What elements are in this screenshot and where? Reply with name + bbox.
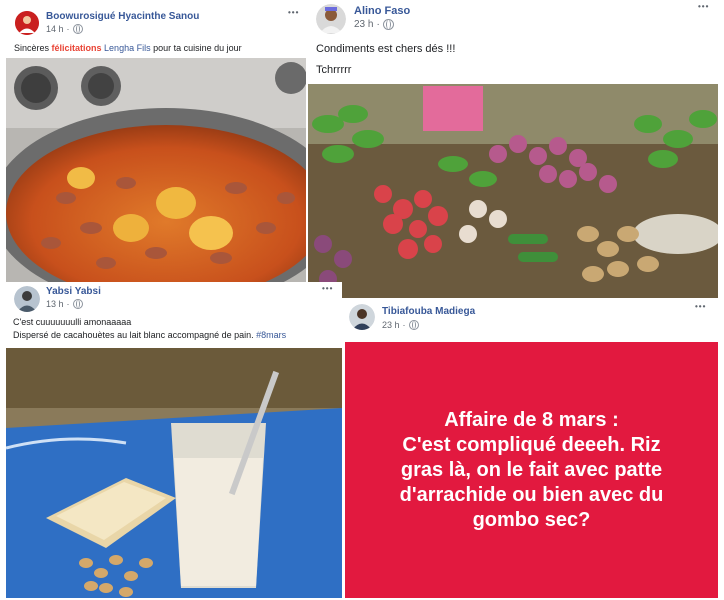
card-line: gombo sec?: [472, 509, 591, 531]
post-photo[interactable]: [6, 58, 306, 282]
post-time[interactable]: 23 h ·: [354, 19, 394, 30]
bean-stew-pot-photo-icon: [6, 58, 306, 282]
post-sanou: Boowurosigué Hyacinthe Sanou 14 h · ••• …: [6, 4, 306, 282]
author-name[interactable]: Alino Faso: [354, 5, 410, 17]
post-yabsi: Yabsi Yabsi 13 h · ••• C'est cuuuuuuulli…: [6, 282, 342, 598]
post-photo[interactable]: [6, 348, 342, 598]
post-time[interactable]: 23 h ·: [382, 320, 419, 330]
card-line: Affaire de 8 mars :: [444, 409, 619, 431]
author-name[interactable]: Tibiafouba Madiega: [382, 306, 475, 317]
globe-icon: [72, 24, 83, 34]
text-part: pour ta cuisine du jour: [150, 43, 242, 53]
card-line: d'arrachide ou bien avec du: [399, 484, 664, 506]
separator: ·: [402, 320, 406, 330]
more-options-button[interactable]: •••: [288, 8, 299, 17]
profile-picture-icon: [15, 11, 39, 35]
separator: ·: [66, 24, 70, 34]
tagged-name[interactable]: Lengha Fils: [102, 43, 151, 53]
time-label: 23 h: [382, 320, 400, 330]
profile-picture-icon: [14, 286, 40, 312]
hashtag-link[interactable]: #8mars: [256, 330, 286, 340]
post-alino-faso: Alino Faso 23 h · ••• Condiments est che…: [308, 0, 718, 298]
post-text-line2: Dispersé de cacahouètes au lait blanc ac…: [13, 330, 286, 340]
card-line: C'est compliqué deeeh. Riz: [402, 434, 661, 456]
post-text-line1: Condiments est chers dés !!!: [316, 43, 456, 55]
more-options-button[interactable]: •••: [695, 302, 706, 311]
avatar[interactable]: [14, 286, 40, 312]
card-text: Affaire de 8 mars : C'est compliqué deee…: [345, 408, 718, 533]
profile-picture-icon: [349, 304, 375, 330]
card-line: gras là, on le fait avec patte: [400, 459, 663, 481]
post-photo[interactable]: [308, 84, 718, 298]
post-text-line2: Tchrrrrr: [316, 64, 352, 76]
author-name[interactable]: Boowurosigué Hyacinthe Sanou: [46, 11, 199, 22]
post-time[interactable]: 13 h ·: [46, 299, 83, 309]
more-options-button[interactable]: •••: [322, 284, 333, 293]
post-text: Sincères félicitations Lengha Fils pour …: [14, 43, 242, 53]
separator: ·: [376, 19, 380, 30]
separator: ·: [66, 299, 70, 309]
time-label: 23 h: [354, 19, 374, 30]
market-vegetables-photo-icon: [308, 84, 718, 298]
text-part: Sincères: [14, 43, 52, 53]
globe-icon: [382, 19, 394, 30]
more-options-button[interactable]: •••: [698, 2, 709, 11]
highlight-word: félicitations: [51, 43, 102, 53]
text-part: Dispersé de cacahouètes au lait blanc ac…: [13, 330, 257, 340]
time-label: 13 h: [46, 299, 64, 309]
post-time[interactable]: 14 h ·: [46, 24, 83, 34]
profile-picture-icon: [316, 4, 346, 34]
avatar[interactable]: [15, 11, 39, 35]
post-text-line1: C'est cuuuuuuulli amonaaaaa: [13, 317, 132, 327]
post-tibiafouba: Tibiafouba Madiega 23 h · ••• Affaire de…: [345, 300, 718, 598]
avatar[interactable]: [349, 304, 375, 330]
author-name[interactable]: Yabsi Yabsi: [46, 286, 101, 297]
globe-icon: [72, 299, 83, 309]
avatar[interactable]: [316, 4, 346, 34]
text-background-card[interactable]: Affaire de 8 mars : C'est compliqué deee…: [345, 342, 718, 598]
milk-bread-peanuts-photo-icon: [6, 348, 342, 598]
time-label: 14 h: [46, 24, 64, 34]
globe-icon: [408, 320, 419, 330]
